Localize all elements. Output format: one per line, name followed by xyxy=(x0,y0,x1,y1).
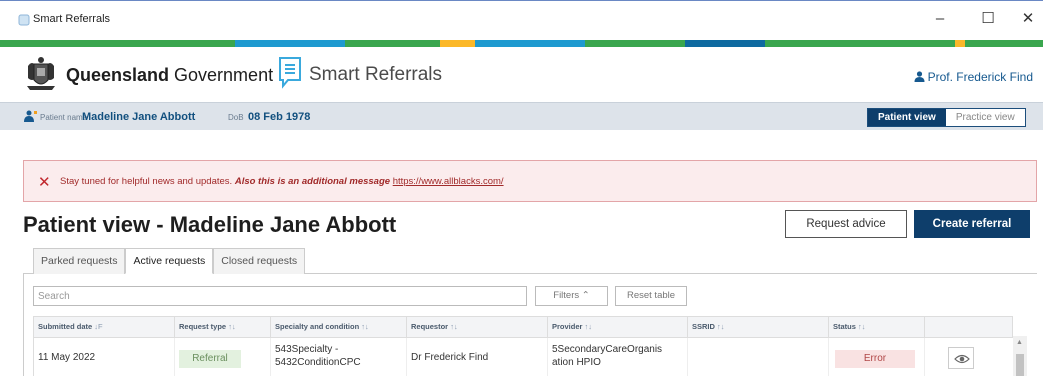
patient-bar: Patient name Madeline Jane Abbott DoB 08… xyxy=(0,102,1043,130)
column-provider[interactable]: Provider ↑↓ xyxy=(548,317,688,339)
search-input[interactable]: Search xyxy=(33,286,527,306)
tab-closed-requests[interactable]: Closed requests xyxy=(213,248,306,274)
close-window-button[interactable]: ✕ xyxy=(1013,7,1043,31)
window-titlebar: Smart Referrals – ☐ ✕ xyxy=(0,0,1043,36)
government-wordmark: Queensland Government xyxy=(66,65,274,85)
patient-name-label: Patient name xyxy=(40,113,88,122)
maximize-button[interactable]: ☐ xyxy=(973,7,1003,31)
column-submitted-date[interactable]: Submitted date ↓F xyxy=(34,317,175,339)
request-type-badge: Referral xyxy=(179,350,241,368)
tab-parked-requests[interactable]: Parked requests xyxy=(33,248,126,274)
page-title: Patient view - Madeline Jane Abbott xyxy=(23,212,397,237)
error-icon: ✕ xyxy=(38,174,51,191)
patient-icon xyxy=(24,110,37,122)
eye-icon xyxy=(954,354,970,364)
app-name: Smart Referrals xyxy=(309,64,443,85)
dob-label: DoB xyxy=(228,113,244,122)
table-header: Submitted date ↓F Request type ↑↓ Specia… xyxy=(33,316,1014,339)
view-toggle: Patient view Practice view xyxy=(867,108,1026,127)
app-icon xyxy=(18,14,30,26)
request-advice-button[interactable]: Request advice xyxy=(785,210,907,238)
column-specialty[interactable]: Specialty and condition ↑↓ xyxy=(271,317,407,339)
patient-view-toggle[interactable]: Patient view xyxy=(868,109,946,126)
cell-ssrid xyxy=(688,338,829,376)
cell-specialty: 543Specialty -5432ConditionCPC xyxy=(271,338,407,376)
app-header: Queensland Government Smart Referrals Pr… xyxy=(0,50,1043,102)
user-name: Prof. Frederick Find xyxy=(927,70,1033,84)
request-tabs: Parked requests Active requests Closed r… xyxy=(33,248,306,274)
dob-value: 08 Feb 1978 xyxy=(248,111,311,123)
cell-status: Error xyxy=(829,338,925,376)
patient-name-value: Madeline Jane Abbott xyxy=(82,111,196,123)
cell-actions xyxy=(925,338,1014,376)
create-referral-button[interactable]: Create referral xyxy=(914,210,1030,238)
table-scrollbar[interactable]: ▲ xyxy=(1013,336,1027,376)
user-menu[interactable]: Prof. Frederick Find xyxy=(914,70,1033,84)
window-title: Smart Referrals xyxy=(33,13,111,25)
user-icon xyxy=(914,71,925,82)
cell-provider: 5SecondaryCareOrganis ation HPIO xyxy=(548,338,688,376)
column-requestor[interactable]: Requestor ↑↓ xyxy=(407,317,548,339)
cell-submitted-date: 11 May 2022 xyxy=(34,338,175,376)
search-placeholder: Search xyxy=(38,291,70,302)
status-badge: Error xyxy=(835,350,915,368)
alert-message: Stay tuned for helpful news and updates.… xyxy=(60,176,504,187)
view-request-button[interactable] xyxy=(948,347,974,369)
tab-active-requests[interactable]: Active requests xyxy=(125,248,214,274)
queensland-crest-icon xyxy=(27,57,55,90)
alert-link[interactable]: https://www.allblacks.com/ xyxy=(393,176,504,187)
column-request-type[interactable]: Request type ↑↓ xyxy=(175,317,271,339)
minimize-button[interactable]: – xyxy=(925,7,955,31)
filters-button[interactable]: Filters ⌃ xyxy=(535,286,608,306)
practice-view-toggle[interactable]: Practice view xyxy=(945,109,1025,126)
column-ssrid[interactable]: SSRID ↑↓ xyxy=(688,317,829,339)
column-status[interactable]: Status ↑↓ xyxy=(829,317,925,339)
cell-request-type: Referral xyxy=(175,338,271,376)
brand-stripe xyxy=(0,40,1043,47)
column-actions xyxy=(925,317,1014,339)
reset-table-button[interactable]: Reset table xyxy=(615,286,687,306)
smart-referrals-logo-icon xyxy=(279,57,301,89)
scrollbar-thumb[interactable] xyxy=(1016,354,1024,376)
alert-banner: ✕ Stay tuned for helpful news and update… xyxy=(23,160,1037,202)
table-row[interactable]: 11 May 2022 Referral 543Specialty -5432C… xyxy=(33,338,1013,376)
scroll-up-icon[interactable]: ▲ xyxy=(1016,339,1023,346)
cell-requestor: Dr Frederick Find xyxy=(407,338,548,376)
